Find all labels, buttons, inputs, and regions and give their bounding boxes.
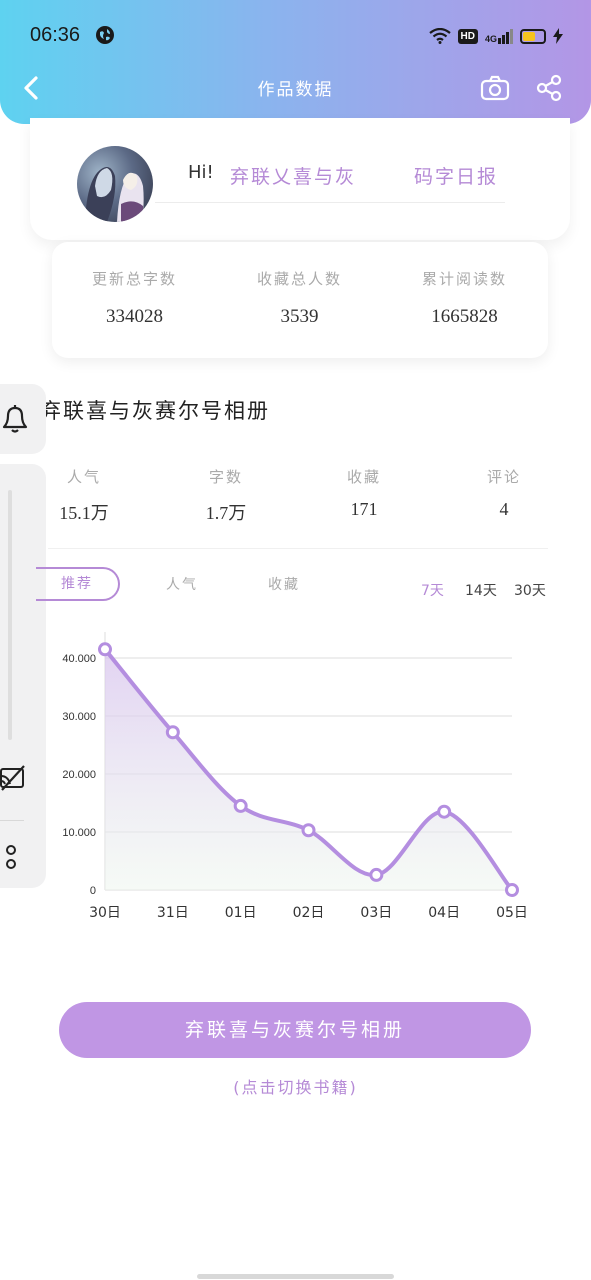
more-icon[interactable] [4, 844, 18, 872]
switch-book-button[interactable]: 弃联喜与灰赛尔号相册 [59, 1002, 531, 1058]
status-bar: 06:36 HD 4G [0, 0, 591, 70]
status-time: 06:36 [30, 24, 81, 46]
chart-data-point[interactable] [301, 823, 316, 838]
status-indicators: HD 4G [428, 26, 563, 46]
chart-data-point[interactable] [233, 798, 248, 813]
metric-value: 4 [499, 499, 509, 519]
bell-icon[interactable] [0, 403, 30, 435]
wifi-icon [428, 28, 451, 44]
switch-book-hint[interactable]: (点击切换书籍) [0, 1074, 591, 1098]
divider [48, 548, 548, 549]
home-indicator[interactable] [197, 1274, 394, 1279]
chart-data-point[interactable] [369, 867, 384, 882]
range-30-days[interactable]: 30天 [514, 580, 546, 600]
tab-favorites[interactable]: 收藏 [268, 574, 300, 594]
chart-y-tick-label: 10.000 [62, 827, 96, 839]
chart-x-tick-label: 02日 [293, 905, 325, 921]
book-title: 弃联喜与灰赛尔号相册 [40, 399, 270, 423]
chart-x-tick-label: 31日 [157, 905, 189, 921]
metric-favorites: 收藏 171 [314, 466, 414, 520]
chart-x-tick-label: 03日 [360, 905, 392, 921]
chart-y-tick-label: 40.000 [62, 653, 96, 665]
chart-data-point[interactable] [505, 883, 519, 897]
profile-card: Hi! 弃联乂喜与灰 码字日报 [30, 118, 570, 240]
tab-popularity[interactable]: 人气 [166, 574, 198, 594]
globe-icon [96, 26, 114, 44]
battery-icon [520, 28, 546, 44]
battery-fill [523, 31, 535, 41]
range-7-days[interactable]: 7天 [421, 580, 444, 600]
chart-data-point[interactable] [165, 725, 180, 740]
trend-chart: 0 10.000 20.000 30.000 40.000 30日 31日 01日 02日 03… [62, 632, 528, 921]
avatar[interactable] [77, 146, 153, 222]
side-scrollbar[interactable] [8, 490, 12, 740]
hd-badge: HD [457, 28, 478, 44]
chart-data-point[interactable] [437, 804, 452, 819]
metric-label: 字数 [208, 468, 243, 486]
charging-icon [553, 28, 563, 44]
camera-icon[interactable] [480, 74, 510, 102]
avatar-image [85, 167, 144, 222]
chart-y-tick-label: 30.000 [62, 711, 96, 723]
daily-report-link[interactable]: 码字日报 [414, 162, 498, 189]
tab-recommend[interactable]: 推荐 [36, 567, 120, 601]
metric-popularity: 人气 15.1万 [34, 466, 134, 525]
author-name: 弃联乂喜与灰 [230, 166, 357, 188]
network-label: 4G [484, 33, 497, 44]
summary-value: 1665828 [431, 306, 498, 327]
chart-data-point[interactable] [98, 642, 112, 657]
chart-area [105, 649, 512, 890]
summary-label: 累计阅读数 [421, 270, 507, 288]
chart-x-tick-label: 01日 [225, 905, 257, 921]
chart-y-tick-label: 20.000 [62, 769, 96, 781]
chart-x-tick-label: 04日 [428, 905, 460, 921]
side-panel [0, 464, 46, 888]
chart-x-tick-label: 30日 [89, 905, 121, 921]
summary-card: 更新总字数 334028 收藏总人数 3539 累计阅读数 1665828 [52, 242, 548, 358]
share-icon[interactable] [535, 74, 563, 102]
cast-off-icon[interactable] [0, 764, 26, 792]
signal-icon: 4G [484, 28, 513, 44]
metric-value: 1.7万 [205, 503, 247, 523]
greeting-text: Hi! [188, 162, 214, 183]
metric-value: 171 [350, 499, 378, 519]
summary-value: 3539 [280, 306, 319, 327]
metric-label: 人气 [66, 468, 101, 486]
chart-x-tick-label: 05日 [496, 905, 528, 921]
metric-word-count: 字数 1.7万 [176, 466, 276, 525]
metric-label: 评论 [486, 468, 521, 486]
chart-y-tick-label: 0 [90, 885, 96, 897]
summary-label: 更新总字数 [91, 270, 177, 288]
summary-value: 334028 [106, 306, 163, 327]
range-14-days[interactable]: 14天 [465, 580, 497, 600]
metric-comments: 评论 4 [454, 466, 554, 520]
divider [155, 202, 505, 203]
summary-label: 收藏总人数 [256, 270, 342, 288]
side-divider [0, 820, 24, 821]
metric-label: 收藏 [346, 468, 381, 486]
metric-value: 15.1万 [59, 503, 109, 523]
